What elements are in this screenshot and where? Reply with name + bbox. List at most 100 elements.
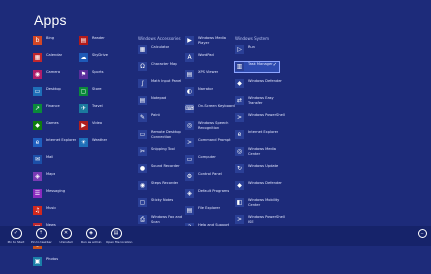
app-tile[interactable]: ♫ Music <box>33 206 76 216</box>
character-map-icon: Ω <box>138 62 147 71</box>
sticky-notes-icon: ▢ <box>138 198 147 207</box>
fax-scan-icon: ⎙ <box>138 215 147 224</box>
app-tile-label: Internet Explorer <box>248 130 279 134</box>
app-tile-label: Camera <box>46 70 61 74</box>
app-tile[interactable]: ⚑ Sports <box>79 70 108 80</box>
app-tile[interactable]: ▤ XPS Viewer <box>185 70 236 80</box>
app-tile[interactable]: ✉ Mail <box>33 155 76 165</box>
app-tile-label: Messaging <box>46 189 66 193</box>
app-tile[interactable]: ▤ Notepad <box>138 96 189 106</box>
zoom-out-icon: − <box>417 229 427 238</box>
app-tile[interactable]: ◎ Windows Speech Recognition <box>185 121 236 133</box>
app-tile[interactable]: ▦ Calendar <box>33 53 76 63</box>
app-bar-button[interactable]: ⇡ Pin to taskbar <box>31 228 52 244</box>
app-tile-label: Windows PowerShell ISE <box>248 215 285 224</box>
app-tile[interactable]: e Internet Explorer <box>235 130 286 140</box>
app-tile[interactable]: ◐ Narrator <box>185 87 236 97</box>
app-tile[interactable]: ◆ Games <box>33 121 76 131</box>
media-player-icon: ▶ <box>185 36 194 45</box>
app-tile[interactable]: ☁ SkyDrive <box>79 53 108 63</box>
app-tile-label: Windows PowerShell <box>248 113 285 117</box>
file-explorer-icon: ▤ <box>185 206 194 215</box>
app-tile[interactable]: ✎ Paint <box>138 113 189 123</box>
reader-icon: ▤ <box>79 36 88 45</box>
app-bar: ✓ Pin to Start ⇡ Pin to taskbar ✕ Uninstall ◈ R… <box>0 226 431 246</box>
app-tile-label: Windows Update <box>248 164 279 168</box>
windows-update-icon: ↻ <box>235 164 244 173</box>
powershell-ise-icon: > <box>235 215 244 224</box>
app-tile-label: Internet Explorer <box>46 138 77 142</box>
app-tile[interactable]: ▭ Remote Desktop Connection <box>138 130 189 142</box>
photos-icon: ▣ <box>33 257 42 266</box>
app-tile[interactable]: ☀ Weather <box>79 138 108 148</box>
group-header[interactable]: Windows Accessories <box>138 36 189 42</box>
app-tile[interactable]: ▤ Reader <box>79 36 108 46</box>
app-tile-label: Bing <box>46 36 55 40</box>
app-tile[interactable]: ▭ Desktop <box>33 87 76 97</box>
app-tile[interactable]: ◆ Windows Defender <box>235 181 286 191</box>
app-tile[interactable]: ◎ Windows Media Center <box>235 147 286 159</box>
app-tile[interactable]: ⚙ Control Panel <box>185 172 236 182</box>
ie-desktop-icon: e <box>235 130 244 139</box>
app-tile[interactable]: ▢ Store <box>79 87 108 97</box>
app-tile[interactable]: ↻ Windows Update <box>235 164 286 174</box>
app-tile[interactable]: ● Sound Recorder <box>138 164 189 174</box>
app-tile[interactable]: ▶ Windows Media Player <box>185 36 236 48</box>
app-tile[interactable]: ↗ Finance <box>33 104 76 114</box>
app-tile[interactable]: ☰ Messaging <box>33 189 76 199</box>
app-tile[interactable]: ▶ Video <box>79 121 108 131</box>
app-tile-label: Desktop <box>46 87 61 91</box>
calendar-icon: ▦ <box>33 53 42 62</box>
semantic-zoom-button[interactable]: − <box>417 229 427 238</box>
app-tile[interactable]: ⌨ On-Screen Keyboard <box>185 104 236 114</box>
app-tile[interactable]: ▣ Photos <box>33 257 76 267</box>
app-tile[interactable]: ✂ Snipping Tool <box>138 147 189 157</box>
run-as-admin-icon: ◈ <box>85 228 97 239</box>
app-tile[interactable]: ▢ Sticky Notes <box>138 198 189 208</box>
app-tile[interactable]: A WordPad <box>185 53 236 63</box>
command-prompt-icon: > <box>185 138 194 147</box>
app-tile[interactable]: ▥ Task Manager ✓ <box>234 61 280 73</box>
task-manager-icon: ▥ <box>235 62 244 71</box>
app-tile[interactable]: ◈ Default Programs <box>185 189 236 199</box>
desktop-icon: ▭ <box>33 87 42 96</box>
app-tile-label: Windows Defender <box>248 181 282 185</box>
app-tile[interactable]: ◈ Maps <box>33 172 76 182</box>
app-tile[interactable]: Ω Character Map <box>138 62 189 72</box>
app-tile[interactable]: ✈ Travel <box>79 104 108 114</box>
app-tile[interactable]: b Bing <box>33 36 76 46</box>
app-bar-button[interactable]: ▤ Open file location <box>106 228 133 244</box>
app-tile[interactable]: ⇄ Windows Easy Transfer <box>235 96 286 108</box>
app-tile[interactable]: ▷ Run <box>235 45 286 55</box>
speech-recognition-icon: ◎ <box>185 121 194 130</box>
app-tile[interactable]: > Command Prompt <box>185 138 236 148</box>
app-tile-label: Default Programs <box>198 189 230 193</box>
app-tile[interactable]: ◉ Steps Recorder <box>138 181 189 191</box>
group-header[interactable]: Windows System <box>235 36 286 42</box>
app-tile[interactable]: ▤ File Explorer <box>185 206 236 216</box>
narrator-icon: ◐ <box>185 87 194 96</box>
app-tile[interactable]: e Internet Explorer <box>33 138 76 148</box>
app-bar-button[interactable]: ◈ Run as admin <box>81 228 101 244</box>
media-center-icon: ◎ <box>235 147 244 156</box>
app-tile[interactable]: ∫ Math Input Panel <box>138 79 189 89</box>
app-tile[interactable]: ▭ Computer <box>185 155 236 165</box>
app-tile[interactable]: > Windows PowerShell <box>235 113 286 123</box>
app-tile[interactable]: ◉ Camera <box>33 70 76 80</box>
app-bar-button[interactable]: ✓ Pin to Start <box>6 228 26 244</box>
app-tile[interactable]: ◆ Windows Defender <box>235 79 286 89</box>
app-bar-button-label: Uninstall <box>59 240 73 244</box>
check-icon: ✓ <box>272 62 277 68</box>
app-tile-label: Run <box>248 45 255 49</box>
app-tile-label: Games <box>46 121 59 125</box>
app-tile-label: Windows Mobility Center <box>248 198 280 207</box>
app-tile-label: Reader <box>92 36 105 40</box>
app-bar-button[interactable]: ✕ Uninstall <box>56 228 76 244</box>
uninstall-icon: ✕ <box>60 228 72 239</box>
weather-icon: ☀ <box>79 138 88 147</box>
app-tile[interactable]: ▦ Calculator <box>138 45 189 55</box>
app-tile[interactable]: ◧ Windows Mobility Center <box>235 198 286 210</box>
app-tile-label: Music <box>46 206 57 210</box>
app-bar-button-label: Open file location <box>106 240 133 244</box>
app-bar-button-label: Pin to taskbar <box>31 240 52 244</box>
